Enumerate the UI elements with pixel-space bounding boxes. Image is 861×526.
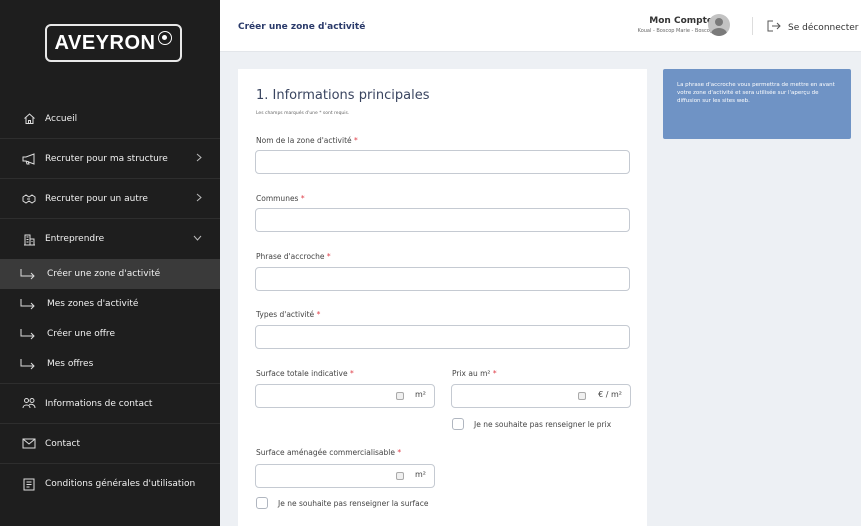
megaphone-icon [22, 152, 36, 166]
sidebar-item-label: Conditions générales d'utilisation [45, 479, 196, 489]
top-header: Créer une zone d'activité Mon Compte Kou… [220, 0, 861, 52]
area-optout-label: Je ne souhaite pas renseigner la surface [278, 498, 429, 508]
price-label: Prix au m² * [452, 369, 497, 378]
logo-mark-icon [158, 31, 173, 45]
required-marker: * [354, 136, 358, 145]
document-icon [22, 477, 36, 491]
sidebar-subitem-creer-zone[interactable]: Créer une zone d'activité [0, 259, 220, 289]
sidebar-item-label: Recruter pour un autre [45, 193, 148, 204]
zone-name-label-text: Nom de la zone d'activité [256, 136, 352, 145]
mail-icon [22, 437, 36, 451]
account-info[interactable]: Mon Compte Koual - Boscop Marie - Boscop [638, 16, 713, 34]
entreprendre-submenu: Créer une zone d'activité Mes zones d'ac… [0, 259, 220, 384]
area-optout-row[interactable]: Je ne souhaite pas renseigner la surface [256, 497, 429, 509]
price-input[interactable]: € / m² [451, 384, 631, 408]
sidebar-nav: Accueil Recruter pour ma structure Recru… [0, 99, 220, 504]
help-text: La phrase d'accroche vous permettra de m… [677, 82, 835, 104]
activity-types-label-text: Types d'activité [256, 310, 315, 319]
required-marker: * [492, 369, 497, 378]
arrow-return-icon [20, 298, 36, 310]
sidebar-item-accueil[interactable]: Accueil [0, 99, 220, 139]
sidebar-item-recruter-structure[interactable]: Recruter pour ma structure [0, 139, 220, 179]
chevron-down-icon [193, 234, 202, 244]
price-optout-label: Je ne souhaite pas renseigner le prix [474, 419, 612, 429]
sidebar-subitem-label: Mes offres [47, 359, 94, 369]
header-divider [752, 17, 753, 35]
sidebar-item-cgu[interactable]: Conditions générales d'utilisation [0, 464, 220, 504]
commercial-area-unit: m² [415, 470, 426, 479]
total-area-unit: m² [415, 390, 426, 399]
page-title: Créer une zone d'activité [238, 22, 366, 32]
form-card: 1. Informations principales Les champs m… [238, 69, 647, 526]
sidebar-subitem-label: Créer une offre [47, 329, 115, 339]
number-spinner-icon[interactable] [396, 392, 404, 400]
total-area-input[interactable]: m² [255, 384, 435, 408]
avatar[interactable] [708, 14, 730, 36]
sidebar-subitem-mes-zones[interactable]: Mes zones d'activité [0, 289, 220, 319]
tagline-input[interactable] [255, 267, 630, 291]
zone-name-label: Nom de la zone d'activité * [256, 136, 358, 145]
price-optout-row[interactable]: Je ne souhaite pas renseigner le prix [452, 418, 611, 430]
activity-types-label: Types d'activité * [256, 310, 320, 319]
chevron-right-icon [196, 193, 202, 205]
sidebar-subitem-mes-offres[interactable]: Mes offres [0, 349, 220, 379]
building-icon [22, 232, 36, 246]
communes-input[interactable] [255, 208, 630, 232]
chevron-right-icon [196, 153, 202, 165]
aveyron-logo[interactable]: AVEYRON [45, 24, 182, 62]
handshake-icon [22, 192, 36, 206]
sidebar-item-label: Accueil [45, 113, 78, 124]
sidebar-subitem-label: Créer une zone d'activité [47, 269, 161, 279]
required-marker: * [326, 252, 331, 261]
number-spinner-icon[interactable] [396, 472, 404, 480]
communes-label-text: Communes [256, 194, 299, 203]
sidebar: AVEYRON Accueil Recruter pour ma structu… [0, 0, 220, 526]
required-marker: * [316, 310, 321, 319]
sidebar-item-label: Recruter pour ma structure [45, 153, 168, 164]
arrow-return-icon [20, 358, 36, 370]
zone-name-input[interactable] [255, 150, 630, 174]
account-subtitle: Koual - Boscop Marie - Boscop [637, 28, 713, 34]
sidebar-item-label: Entreprendre [45, 234, 105, 244]
logo-text: AVEYRON [54, 31, 156, 54]
required-marker: * [349, 369, 354, 378]
people-icon [22, 397, 36, 411]
help-panel: La phrase d'accroche vous permettra de m… [663, 69, 851, 139]
sidebar-item-label: Informations de contact [45, 398, 153, 409]
tagline-label: Phrase d'accroche * [256, 252, 331, 261]
number-spinner-icon[interactable] [578, 392, 586, 400]
home-icon [22, 112, 36, 126]
commercial-area-input[interactable]: m² [255, 464, 435, 488]
total-area-label: Surface totale indicative * [256, 369, 354, 378]
logout-label: Se déconnecter [788, 22, 859, 33]
commercial-area-label-text: Surface aménagée commercialisable [256, 448, 395, 457]
arrow-return-icon [20, 328, 36, 340]
sidebar-subitem-label: Mes zones d'activité [47, 299, 139, 309]
logout-button[interactable]: Se déconnecter [767, 20, 858, 35]
required-note: Les champs marqués d'une * sont requis. [256, 111, 350, 116]
section-title: 1. Informations principales [256, 88, 430, 103]
sidebar-item-recruter-autre[interactable]: Recruter pour un autre [0, 179, 220, 219]
required-marker: * [300, 194, 305, 203]
sidebar-item-entreprendre[interactable]: Entreprendre [0, 219, 220, 259]
required-marker: * [397, 448, 402, 457]
commercial-area-label: Surface aménagée commercialisable * [256, 448, 401, 457]
price-optout-checkbox[interactable] [452, 418, 464, 430]
total-area-label-text: Surface totale indicative [256, 369, 348, 378]
activity-types-input[interactable] [255, 325, 630, 349]
communes-label: Communes * [256, 194, 305, 203]
arrow-return-icon [20, 268, 36, 280]
sidebar-item-contact[interactable]: Contact [0, 424, 220, 464]
price-unit: € / m² [598, 390, 622, 399]
sidebar-item-informations-contact[interactable]: Informations de contact [0, 384, 220, 424]
account-name: Mon Compte [649, 16, 713, 26]
sidebar-subitem-creer-offre[interactable]: Créer une offre [0, 319, 220, 349]
sidebar-item-label: Contact [45, 438, 81, 449]
price-label-text: Prix au m² [452, 369, 491, 378]
tagline-label-text: Phrase d'accroche [256, 252, 325, 261]
logout-icon [767, 20, 781, 35]
area-optout-checkbox[interactable] [256, 497, 268, 509]
